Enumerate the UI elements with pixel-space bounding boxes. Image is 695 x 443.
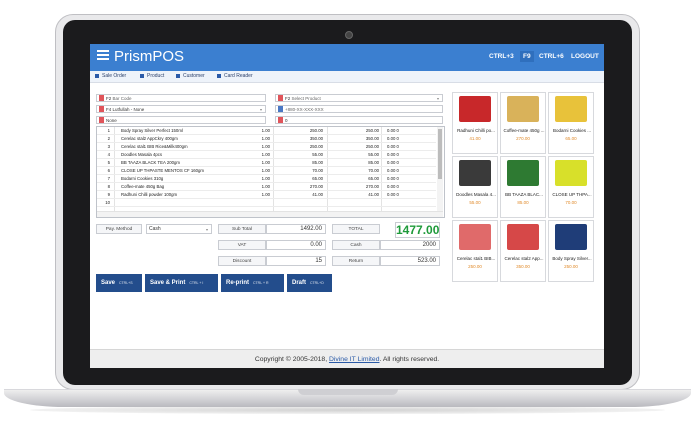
scrollbar-thumb[interactable] [438, 129, 442, 179]
discount-input[interactable]: 15 [266, 256, 326, 266]
save-print-button[interactable]: Save & Print CTRL + I [145, 274, 218, 292]
barcode-input[interactable]: F2 Bar Code [96, 94, 266, 102]
return-value: 523.00 [380, 256, 440, 266]
product-image [555, 160, 587, 186]
product-tile[interactable]: Body Spray Silver... 250.00 [548, 220, 594, 282]
product-tile[interactable]: Bodarni Cookies ... 65.00 [548, 92, 594, 154]
phone-icon [278, 106, 283, 112]
table-row[interactable]: 3 Cerelac stal1 BIB Rice&Milk400gm 1.00 250… [97, 143, 436, 151]
save-button[interactable]: Save CTRL+S [96, 274, 142, 292]
subtotal-label: Sub Total [218, 224, 266, 234]
table-row[interactable]: 10 [97, 199, 436, 207]
product-image [507, 96, 539, 122]
pay-method-select[interactable]: Cash ▾ [146, 224, 212, 234]
product-image [459, 160, 491, 186]
product-tile[interactable]: Cerelac stal1 BIB... 250.00 [452, 220, 498, 282]
table-row[interactable]: 5 BB TAAZA BLACK TEA 200gm 1.00 85.00 85.00 0… [97, 159, 436, 167]
phone-input[interactable]: +880-XX-XXX-XXX [275, 105, 443, 113]
return-label: Return [332, 256, 380, 266]
tab-customer[interactable]: Customer [176, 73, 205, 79]
chevron-down-icon: ▾ [436, 96, 439, 101]
product-icon [140, 73, 144, 78]
barcode-icon [99, 95, 104, 101]
grand-total-value: 1477.00 [395, 222, 440, 238]
table-row[interactable]: 4 Doodles Masala 4pcs 1.00 55.00 55.00 0.00 0 [97, 151, 436, 159]
reprint-button[interactable]: Re-print CTRL + R [221, 274, 284, 292]
tab-sale-order[interactable]: Sale Order [95, 73, 126, 79]
tab-product[interactable]: Product [140, 73, 164, 79]
product-tile[interactable]: CLOSE UP THPA... 70.00 [548, 156, 594, 218]
table-row[interactable]: 7 Bodarni Cookies 310g 1.00 65.00 65.00 0.00 … [97, 175, 436, 183]
total-label: TOTAL [332, 224, 380, 234]
app-title: PrismPOS [114, 48, 185, 65]
table-row[interactable]: 9 Radhuni Chilli powder 100gm 1.00 41.00 41.… [97, 191, 436, 199]
card-reader-icon [217, 73, 221, 78]
screen: PrismPOS CTRL+3 F9 CTRL+6 LOGOUT Sale Or… [90, 44, 604, 368]
sale-order-icon [95, 73, 99, 78]
product-search-icon [278, 95, 283, 101]
product-image [459, 224, 491, 250]
customer-select[interactable]: F4 Lutfullah - None ▾ [96, 105, 266, 113]
cash-label: Cash [332, 240, 380, 250]
name-icon [99, 117, 104, 123]
product-image [459, 96, 491, 122]
chevron-down-icon: ▾ [205, 227, 208, 232]
product-tile[interactable]: Cerelac stal2 App... 350.00 [500, 220, 546, 282]
table-row[interactable]: 6 CLOSE UP THPASTE MENTOS CF 160gm 1.00 70.… [97, 167, 436, 175]
camera-icon [345, 31, 353, 39]
order-table: 1 Body Spray Silver Perfect 150ml 1.00 250.… [96, 126, 445, 218]
misc-input[interactable]: 0 [275, 116, 443, 124]
f9-button[interactable]: F9 [520, 51, 534, 62]
cash-input[interactable]: 2000 [380, 240, 440, 250]
laptop-notch [298, 389, 398, 395]
tab-bar: Sale Order Product Customer Card Reader [90, 71, 604, 83]
footer: Copyright © 2005-2018, Divine IT Limited… [90, 349, 604, 368]
pay-method-label: Pay. Method [96, 224, 142, 234]
horizontal-scrollbar[interactable] [97, 211, 443, 217]
top-navbar: PrismPOS CTRL+3 F9 CTRL+6 LOGOUT [90, 44, 604, 71]
table-row[interactable]: 8 Coffee-mate 450g Bag 1.00 270.00 270.00 0.0… [97, 183, 436, 191]
laptop-shadow [30, 406, 665, 414]
subtotal-value: 1492.00 [266, 224, 326, 234]
product-tile[interactable]: Doodles Masala 4... 55.00 [452, 156, 498, 218]
product-tile[interactable]: Radhuni Chilli po... 41.00 [452, 92, 498, 154]
ctrl6-button[interactable]: CTRL+6 [536, 51, 567, 62]
draft-button[interactable]: Draft CTRL+D [287, 274, 332, 292]
product-select[interactable]: F2 Select Product ▾ [275, 94, 443, 102]
company-link[interactable]: Divine IT Limited [329, 356, 380, 363]
product-image [507, 224, 539, 250]
product-image [507, 160, 539, 186]
vat-label: VAT [218, 240, 266, 250]
table-row[interactable]: 2 Cerelac stal2 AppCkry 400gm 1.00 350.00 35… [97, 135, 436, 143]
name-input[interactable]: None [96, 116, 266, 124]
customer-icon [176, 73, 180, 78]
product-image [555, 96, 587, 122]
customer-icon [99, 106, 104, 112]
product-image [555, 224, 587, 250]
ctrl3-button[interactable]: CTRL+3 [486, 51, 517, 62]
table-row[interactable]: 1 Body Spray Silver Perfect 150ml 1.00 250.… [97, 127, 436, 135]
location-icon [278, 117, 283, 123]
vat-input[interactable]: 0.00 [266, 240, 326, 250]
product-tile[interactable]: Coffee-mate 450g ... 270.00 [500, 92, 546, 154]
menu-icon[interactable] [97, 50, 109, 60]
product-tile[interactable]: BB TAAZA BLAC... 85.00 [500, 156, 546, 218]
tab-card-reader[interactable]: Card Reader [217, 73, 253, 79]
chevron-down-icon: ▾ [259, 107, 262, 112]
logout-button[interactable]: LOGOUT [568, 51, 602, 62]
discount-label: Discount [218, 256, 266, 266]
